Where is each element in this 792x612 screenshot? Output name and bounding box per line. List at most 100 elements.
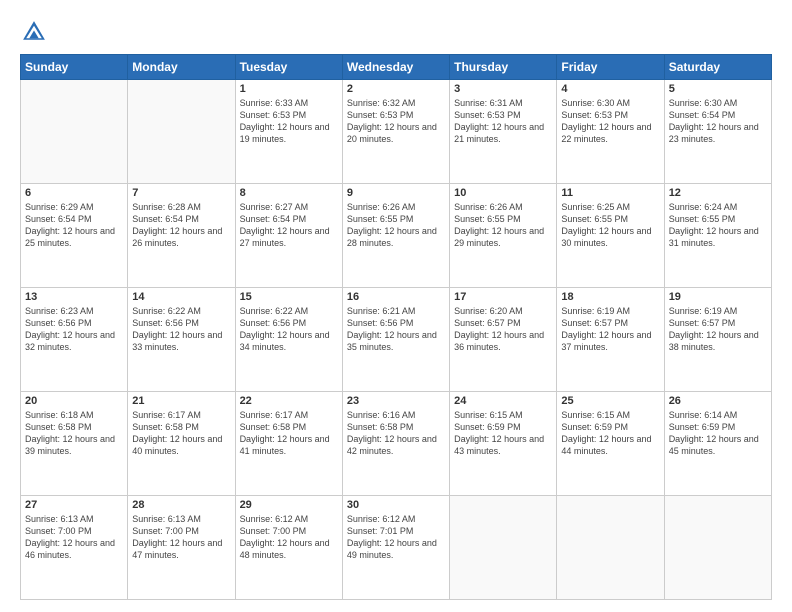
day-number: 4 [561,83,659,95]
day-info: Sunrise: 6:19 AM Sunset: 6:57 PM Dayligh… [669,305,767,354]
day-info: Sunrise: 6:30 AM Sunset: 6:54 PM Dayligh… [669,97,767,146]
day-number: 28 [132,499,230,511]
day-header-thursday: Thursday [450,55,557,80]
day-cell: 11 Sunrise: 6:25 AM Sunset: 6:55 PM Dayli… [557,184,664,288]
day-info: Sunrise: 6:30 AM Sunset: 6:53 PM Dayligh… [561,97,659,146]
day-number: 18 [561,291,659,303]
day-header-monday: Monday [128,55,235,80]
day-cell [557,496,664,600]
logo-icon [20,18,48,46]
day-info: Sunrise: 6:13 AM Sunset: 7:00 PM Dayligh… [25,513,123,562]
day-info: Sunrise: 6:20 AM Sunset: 6:57 PM Dayligh… [454,305,552,354]
day-cell: 10Sunrise: 6:26 AM Sunset: 6:55 PM Dayli… [450,184,557,288]
day-cell: 3Sunrise: 6:31 AM Sunset: 6:53 PM Daylig… [450,80,557,184]
day-cell: 24Sunrise: 6:15 AM Sunset: 6:59 PM Dayli… [450,392,557,496]
calendar-header-row: SundayMondayTuesdayWednesdayThursdayFrid… [21,55,772,80]
day-cell: 9 Sunrise: 6:26 AM Sunset: 6:55 PM Daylig… [342,184,449,288]
day-number: 26 [669,395,767,407]
day-info: Sunrise: 6:12 AM Sunset: 7:01 PM Dayligh… [347,513,445,562]
day-number: 6 [25,187,123,199]
day-info: Sunrise: 6:12 AM Sunset: 7:00 PM Dayligh… [240,513,338,562]
day-info: Sunrise: 6:31 AM Sunset: 6:53 PM Dayligh… [454,97,552,146]
calendar-table: SundayMondayTuesdayWednesdayThursdayFrid… [20,54,772,600]
day-cell: 27Sunrise: 6:13 AM Sunset: 7:00 PM Dayli… [21,496,128,600]
logo [20,18,50,46]
day-cell: 7 Sunrise: 6:28 AM Sunset: 6:54 PM Daylig… [128,184,235,288]
day-cell: 22 Sunrise: 6:17 AM Sunset: 6:58 PM Dayli… [235,392,342,496]
week-row-5: 27Sunrise: 6:13 AM Sunset: 7:00 PM Dayli… [21,496,772,600]
day-header-friday: Friday [557,55,664,80]
day-cell: 20 Sunrise: 6:18 AM Sunset: 6:58 PM Dayli… [21,392,128,496]
header [20,18,772,46]
day-cell: 15 Sunrise: 6:22 AM Sunset: 6:56 PM Dayli… [235,288,342,392]
day-info: Sunrise: 6:13 AM Sunset: 7:00 PM Dayligh… [132,513,230,562]
day-number: 5 [669,83,767,95]
day-number: 7 [132,187,230,199]
day-number: 21 [132,395,230,407]
day-info: Sunrise: 6:28 AM Sunset: 6:54 PM Dayligh… [132,201,230,250]
day-info: Sunrise: 6:26 AM Sunset: 6:55 PM Dayligh… [347,201,445,250]
day-cell: 19 Sunrise: 6:19 AM Sunset: 6:57 PM Dayli… [664,288,771,392]
day-number: 13 [25,291,123,303]
day-cell: 6 Sunrise: 6:29 AM Sunset: 6:54 PM Daylig… [21,184,128,288]
day-number: 2 [347,83,445,95]
day-info: Sunrise: 6:22 AM Sunset: 6:56 PM Dayligh… [132,305,230,354]
day-cell: 4 Sunrise: 6:30 AM Sunset: 6:53 PM Daylig… [557,80,664,184]
day-header-sunday: Sunday [21,55,128,80]
day-cell: 5 Sunrise: 6:30 AM Sunset: 6:54 PM Daylig… [664,80,771,184]
week-row-3: 13 Sunrise: 6:23 AM Sunset: 6:56 PM Dayli… [21,288,772,392]
day-info: Sunrise: 6:23 AM Sunset: 6:56 PM Dayligh… [25,305,123,354]
day-cell [21,80,128,184]
week-row-4: 20 Sunrise: 6:18 AM Sunset: 6:58 PM Dayli… [21,392,772,496]
day-info: Sunrise: 6:24 AM Sunset: 6:55 PM Dayligh… [669,201,767,250]
day-number: 15 [240,291,338,303]
day-info: Sunrise: 6:22 AM Sunset: 6:56 PM Dayligh… [240,305,338,354]
day-header-tuesday: Tuesday [235,55,342,80]
day-info: Sunrise: 6:21 AM Sunset: 6:56 PM Dayligh… [347,305,445,354]
week-row-2: 6 Sunrise: 6:29 AM Sunset: 6:54 PM Daylig… [21,184,772,288]
day-info: Sunrise: 6:15 AM Sunset: 6:59 PM Dayligh… [561,409,659,458]
day-cell: 8 Sunrise: 6:27 AM Sunset: 6:54 PM Daylig… [235,184,342,288]
day-info: Sunrise: 6:16 AM Sunset: 6:58 PM Dayligh… [347,409,445,458]
day-cell: 2 Sunrise: 6:32 AM Sunset: 6:53 PM Daylig… [342,80,449,184]
day-cell: 18 Sunrise: 6:19 AM Sunset: 6:57 PM Dayli… [557,288,664,392]
day-number: 20 [25,395,123,407]
day-cell [128,80,235,184]
day-number: 14 [132,291,230,303]
day-info: Sunrise: 6:18 AM Sunset: 6:58 PM Dayligh… [25,409,123,458]
day-cell: 26Sunrise: 6:14 AM Sunset: 6:59 PM Dayli… [664,392,771,496]
day-number: 23 [347,395,445,407]
day-number: 10 [454,187,552,199]
day-header-saturday: Saturday [664,55,771,80]
day-info: Sunrise: 6:29 AM Sunset: 6:54 PM Dayligh… [25,201,123,250]
day-cell: 12Sunrise: 6:24 AM Sunset: 6:55 PM Dayli… [664,184,771,288]
day-number: 19 [669,291,767,303]
day-info: Sunrise: 6:25 AM Sunset: 6:55 PM Dayligh… [561,201,659,250]
day-cell: 28 Sunrise: 6:13 AM Sunset: 7:00 PM Dayli… [128,496,235,600]
day-cell: 29 Sunrise: 6:12 AM Sunset: 7:00 PM Dayli… [235,496,342,600]
day-number: 30 [347,499,445,511]
day-cell: 30 Sunrise: 6:12 AM Sunset: 7:01 PM Dayli… [342,496,449,600]
day-number: 8 [240,187,338,199]
day-info: Sunrise: 6:19 AM Sunset: 6:57 PM Dayligh… [561,305,659,354]
day-number: 29 [240,499,338,511]
day-number: 9 [347,187,445,199]
day-cell: 21 Sunrise: 6:17 AM Sunset: 6:58 PM Dayli… [128,392,235,496]
page: SundayMondayTuesdayWednesdayThursdayFrid… [0,0,792,612]
week-row-1: 1Sunrise: 6:33 AM Sunset: 6:53 PM Daylig… [21,80,772,184]
day-number: 22 [240,395,338,407]
day-number: 17 [454,291,552,303]
day-number: 1 [240,83,338,95]
day-info: Sunrise: 6:17 AM Sunset: 6:58 PM Dayligh… [132,409,230,458]
day-info: Sunrise: 6:27 AM Sunset: 6:54 PM Dayligh… [240,201,338,250]
day-cell [450,496,557,600]
day-info: Sunrise: 6:17 AM Sunset: 6:58 PM Dayligh… [240,409,338,458]
day-number: 11 [561,187,659,199]
day-info: Sunrise: 6:32 AM Sunset: 6:53 PM Dayligh… [347,97,445,146]
day-cell: 14 Sunrise: 6:22 AM Sunset: 6:56 PM Dayli… [128,288,235,392]
day-cell: 23 Sunrise: 6:16 AM Sunset: 6:58 PM Dayli… [342,392,449,496]
day-number: 25 [561,395,659,407]
day-cell [664,496,771,600]
day-cell: 25 Sunrise: 6:15 AM Sunset: 6:59 PM Dayli… [557,392,664,496]
day-cell: 17 Sunrise: 6:20 AM Sunset: 6:57 PM Dayli… [450,288,557,392]
